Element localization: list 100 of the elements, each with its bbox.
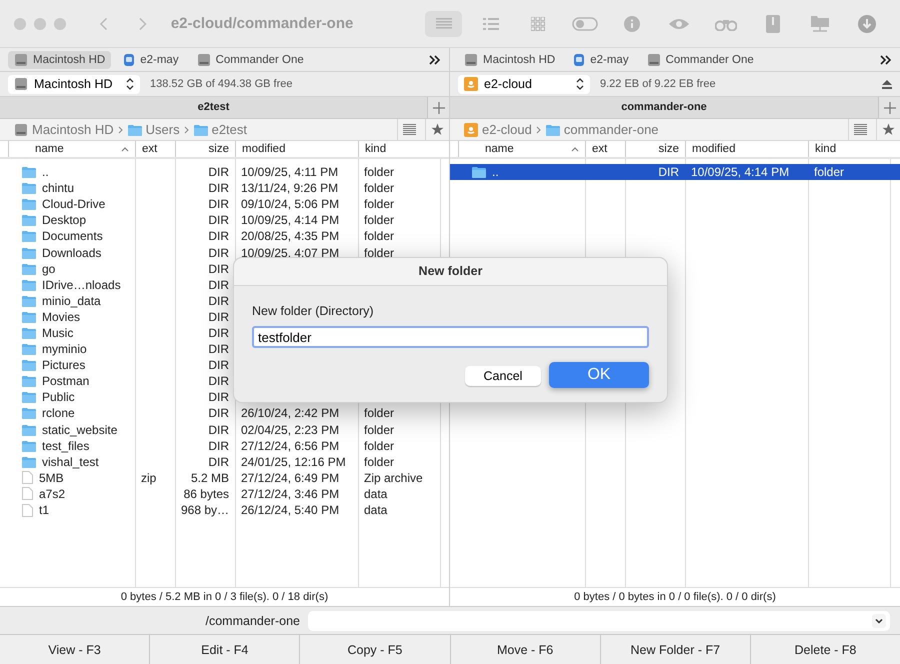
file-row[interactable]: Downloads DIR 10/09/25, 4:07 PM folder [0,244,449,261]
file-row[interactable]: 5MB zip 5.2 MB 27/12/24, 6:49 PM Zip archive [0,470,449,486]
function-key-button[interactable]: New Folder - F7 [600,635,751,664]
column-header[interactable]: name [8,141,135,157]
eject-icon[interactable] [882,80,892,88]
size-cell-text: DIR [207,342,230,356]
function-key-button[interactable]: Edit - F4 [150,635,300,664]
file-row[interactable]: t1 968 by… 26/12/24, 5:40 PM data [0,502,449,518]
column-header[interactable]: ext [585,141,625,157]
path-crumb[interactable]: e2-cloud [464,122,532,137]
file-row[interactable]: Desktop DIR 10/09/25, 4:14 PM folder [0,212,449,228]
folder-icon [22,375,36,388]
favorite-tab[interactable]: Macintosh HD [8,50,112,68]
favorite-tab[interactable]: Macintosh HD [458,50,562,68]
chevrons-icon[interactable] [429,54,441,64]
file-row[interactable]: rclone DIR 26/10/24, 2:42 PM folder [0,405,449,422]
back-icon[interactable] [100,16,108,30]
column-header[interactable]: size [175,141,235,157]
size-cell-text: DIR [657,165,680,180]
column-header[interactable]: modified [685,141,808,157]
kind-cell-text: Zip archive [363,470,424,485]
grid-view-icon[interactable] [531,16,546,30]
column-header[interactable]: kind [358,141,440,157]
function-key-button[interactable]: Delete - F8 [750,635,900,664]
file-row[interactable]: .. DIR 10/09/25, 4:11 PM folder [0,164,449,180]
file-row[interactable]: Postman DIR [0,373,449,390]
size-cell-text: DIR [207,358,230,372]
ok-button[interactable]: OK [549,362,649,388]
file-row[interactable]: chintu DIR 13/11/24, 9:26 PM folder [0,180,449,196]
field-label: New folder (Directory) [252,304,375,318]
toggle-icon[interactable] [572,16,598,30]
folder-icon [22,326,36,339]
file-row[interactable]: .. DIR 10/09/25, 4:14 PM folder [450,164,900,180]
favorite-label: Commander One [216,54,304,66]
file-name: go [42,262,56,276]
function-key-button[interactable]: View - F3 [0,635,150,664]
folder-icon [22,440,36,452]
file-row[interactable]: vishal_test DIR 24/01/25, 12:16 PM folder [0,454,449,470]
star-icon [431,123,444,136]
star-icon [882,123,895,136]
drive-select[interactable]: Macintosh HD [8,74,140,94]
archive-icon[interactable] [766,14,780,32]
size-cell-text: DIR [207,326,230,340]
column-header[interactable]: kind [808,141,890,157]
column-header[interactable]: size [625,141,685,157]
file-row[interactable]: test_files DIR 27/12/24, 6:56 PM folder [0,438,449,454]
favorite-tab[interactable]: e2-may [117,50,185,68]
dropdown-icon [872,614,886,628]
column-header[interactable]: ext [135,141,175,157]
function-key-button[interactable]: Move - F6 [450,635,601,664]
size-cell-text: DIR [207,213,230,228]
column-header[interactable]: name [458,141,585,157]
modified-cell-text: 27/12/24, 6:49 PM [240,470,340,485]
download-icon[interactable] [858,14,876,32]
cancel-button[interactable]: Cancel [465,366,541,386]
detail-view-icon[interactable] [482,18,499,30]
size-cell-text: DIR [207,294,230,308]
file-name: Postman [42,374,90,388]
file-row[interactable]: a7s2 86 bytes 27/12/24, 3:46 PM data [0,486,449,502]
free-space-text: 9.22 EB of 9.22 EB free [600,78,716,90]
path-crumb[interactable]: e2test [194,122,248,137]
list-view-icon[interactable] [436,18,452,30]
add-tab-button[interactable] [427,97,449,118]
file-row[interactable]: Public DIR [0,389,449,406]
favorite-tab[interactable]: Commander One [190,50,310,68]
size-cell-text: DIR [207,165,230,180]
path-crumb[interactable]: Macintosh HD [14,122,114,137]
eye-icon[interactable] [669,18,690,30]
minimize-button[interactable] [34,18,46,30]
file-row[interactable]: Documents DIR 20/08/25, 4:35 PM folder [0,228,449,244]
folder-icon [22,166,36,178]
size-cell-text: DIR [207,390,230,404]
file-row[interactable]: Cloud-Drive DIR 09/10/24, 5:06 PM folder [0,196,449,212]
file-row[interactable]: static_website DIR 02/04/25, 2:23 PM folder [0,422,449,438]
info-icon[interactable] [624,16,640,32]
file-row[interactable]: Pictures DIR [0,357,449,374]
folder-name-field[interactable]: testfolder [252,326,649,348]
drive-select[interactable]: e2-cloud [458,74,590,94]
function-key-button[interactable]: Copy - F5 [300,635,451,664]
zoom-button[interactable] [54,18,66,30]
path-crumb[interactable]: Users [128,122,180,137]
command-field[interactable] [308,610,890,630]
size-cell-text: DIR [207,406,230,420]
folder-icon [22,198,36,210]
favorite-tab[interactable]: Commander One [640,50,760,68]
column-header[interactable]: modified [235,141,358,157]
add-tab-button[interactable] [878,97,900,118]
stepper-icon [576,78,584,90]
folder-icon [22,391,36,404]
forward-icon[interactable] [139,16,147,30]
network-icon[interactable] [810,14,830,32]
kind-cell-text: folder [363,438,396,453]
folder-icon [22,424,36,436]
size-cell-text: DIR [207,197,230,212]
chevrons-icon[interactable] [880,54,892,64]
favorite-tab[interactable]: e2-may [567,50,635,68]
close-button[interactable] [14,18,26,30]
plus-icon [432,102,444,114]
size-cell-text: 86 bytes [182,486,230,501]
path-crumb[interactable]: commander-one [546,122,659,137]
